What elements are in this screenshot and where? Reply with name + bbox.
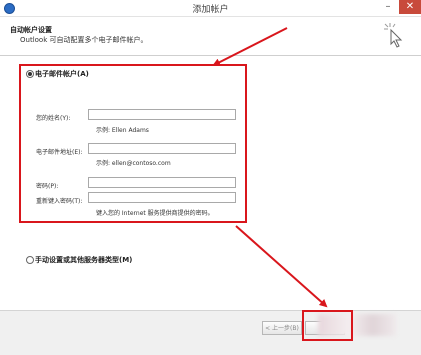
manual-setup-radio[interactable] xyxy=(26,256,34,264)
window-title: 添加帐户 xyxy=(192,5,229,15)
sparkle-cursor-icon xyxy=(384,23,403,48)
annotation-highlight-box xyxy=(19,64,247,223)
manual-setup-label[interactable]: 手动设置或其他服务器类型(M) xyxy=(35,255,132,265)
minimize-icon[interactable]: – xyxy=(381,0,395,14)
header-title: 自动帐户设置 xyxy=(10,26,52,34)
back-button[interactable]: < 上一步(B) xyxy=(262,321,302,335)
close-icon[interactable]: ✕ xyxy=(399,0,421,14)
header-subtitle: Outlook 可自动配置多个电子邮件帐户。 xyxy=(20,36,148,44)
annotation-next-highlight xyxy=(302,310,353,341)
